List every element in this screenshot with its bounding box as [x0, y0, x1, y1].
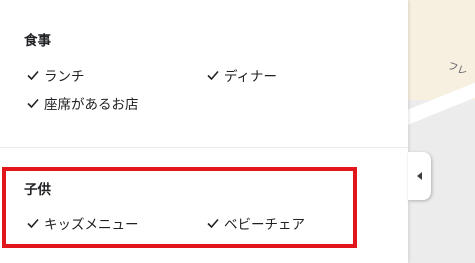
meal-option-lunch[interactable]: ランチ — [26, 65, 85, 85]
check-icon — [27, 98, 39, 109]
meal-option-dinner[interactable]: ディナー — [206, 65, 277, 85]
highlight-box — [2, 167, 357, 248]
map-land-area — [408, 0, 475, 100]
section-title-meal: 食事 — [24, 33, 51, 49]
collapse-panel-button[interactable] — [408, 152, 431, 200]
meal-option-seating-label: 座席があるお店 — [44, 97, 139, 113]
check-icon — [207, 70, 219, 81]
meal-option-dinner-label: ディナー — [224, 69, 278, 85]
filter-panel: 食事 ランチ ディナー 座席があるお店 子供 キッズメニュー ベビーチェア — [0, 0, 408, 263]
check-icon — [27, 70, 39, 81]
meal-option-seating[interactable]: 座席があるお店 — [26, 93, 139, 113]
meal-option-lunch-label: ランチ — [44, 69, 85, 85]
map-area[interactable]: フレ — [408, 0, 475, 263]
section-divider — [0, 147, 408, 148]
collapse-arrow-icon — [417, 172, 422, 180]
